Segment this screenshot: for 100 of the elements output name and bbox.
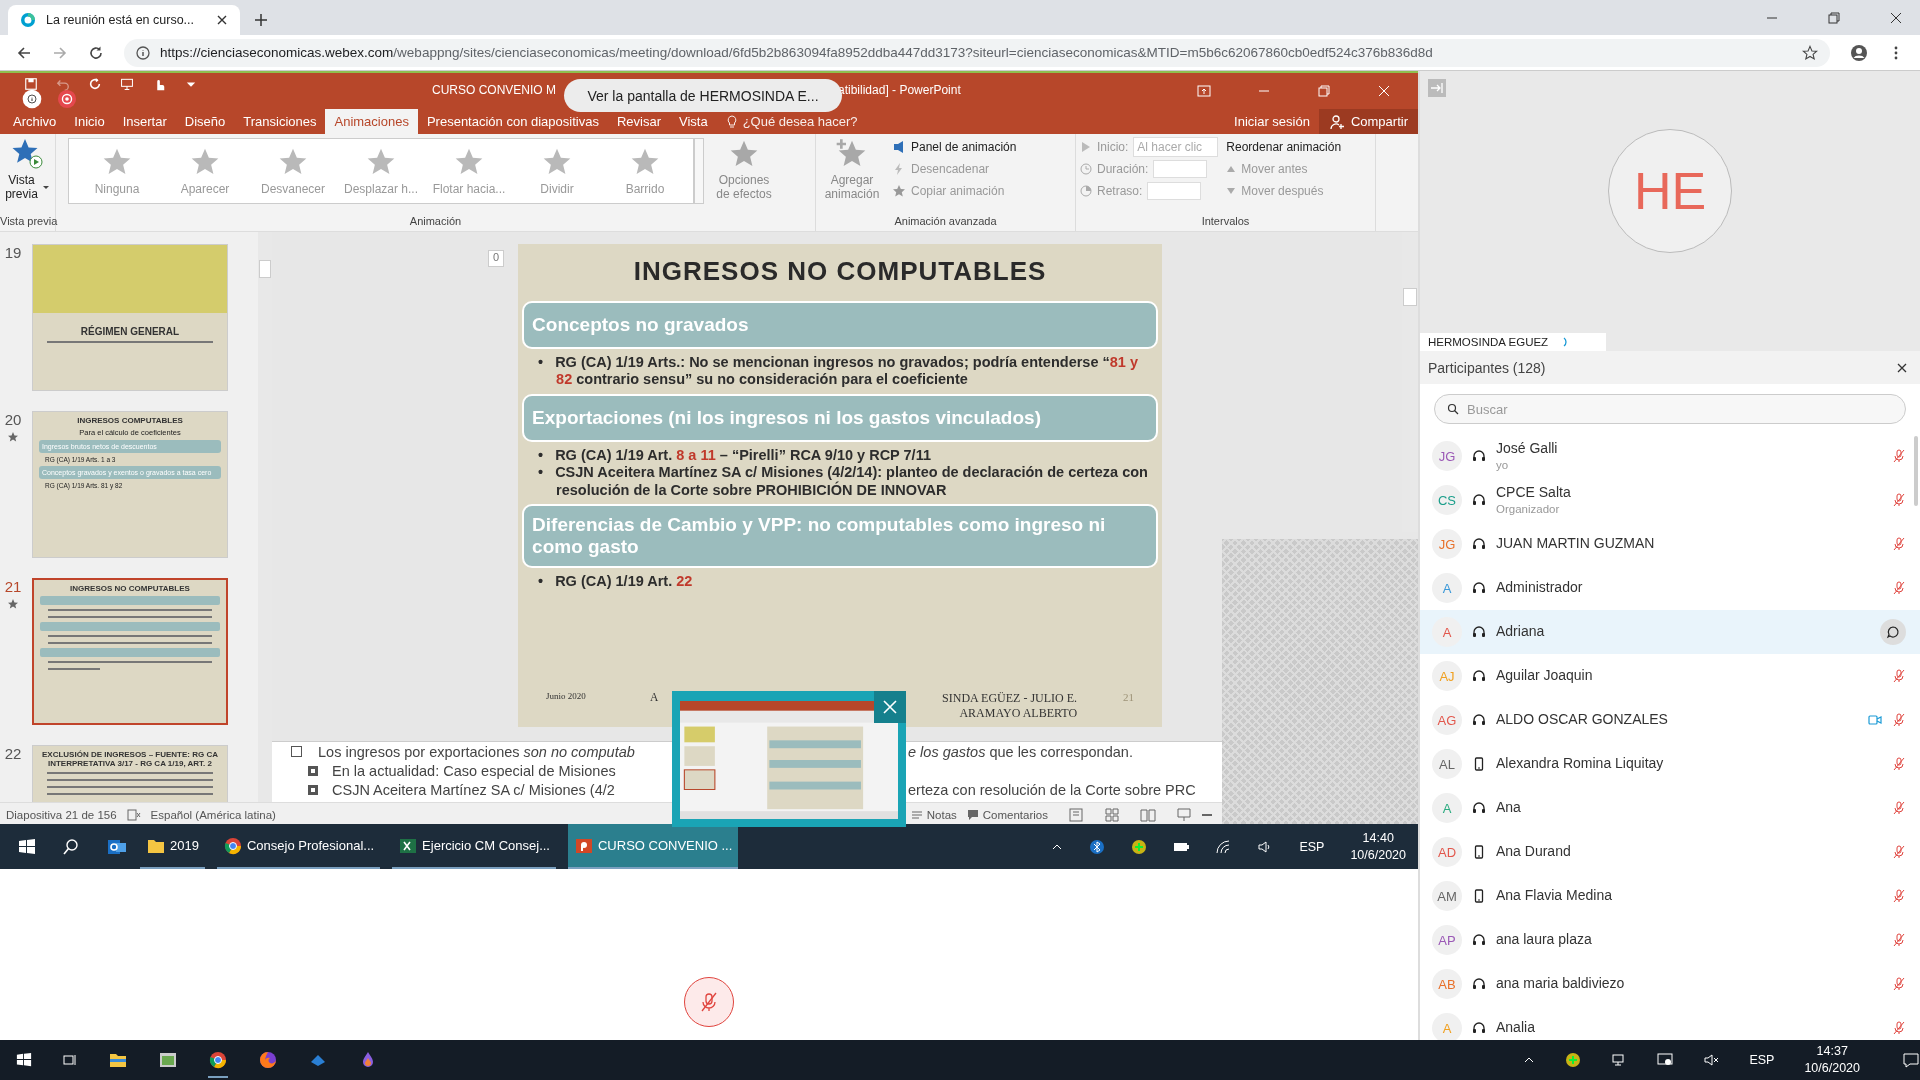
chat-button[interactable]: [1880, 619, 1906, 645]
muted-microphone-icon[interactable]: [1892, 933, 1906, 947]
ribbon-tab[interactable]: Inicio: [65, 109, 114, 134]
language-indicator[interactable]: ESP: [1299, 839, 1325, 854]
zoom-out-icon[interactable]: [1202, 813, 1212, 816]
save-icon[interactable]: [24, 77, 38, 91]
muted-microphone-icon[interactable]: [1892, 713, 1906, 727]
task-view-icon[interactable]: [62, 1052, 78, 1068]
slide-thumbnail[interactable]: INGRESOS NO COMPUTABLES: [32, 578, 228, 725]
share-button[interactable]: Compartir: [1318, 109, 1418, 134]
restore-icon[interactable]: [1316, 83, 1332, 99]
windows-start-icon[interactable]: [18, 837, 36, 856]
reading-view-icon[interactable]: [1140, 806, 1156, 823]
address-field[interactable]: https://cienciaseconomicas.webex.com/webappng/sites/cienciaseconomicas/meeting/download/6fd5b2b863094fa8952ddba447dd3173?siteurl=cienciaseconomicas&MTID=m5b6c62067860cb0edf524c376b836d8d: [124, 38, 1830, 67]
ribbon-tab[interactable]: Transiciones: [234, 109, 326, 134]
close-icon[interactable]: [1896, 361, 1908, 374]
window-app-icon[interactable]: [158, 1050, 178, 1070]
browser-icon[interactable]: [208, 1050, 228, 1078]
comments-button[interactable]: Comentarios: [966, 808, 1048, 821]
muted-microphone-icon[interactable]: [1892, 889, 1906, 903]
browser-tab[interactable]: La reunión está en curso...: [8, 5, 240, 35]
info-icon[interactable]: [22, 89, 42, 109]
record-icon[interactable]: [57, 89, 77, 109]
ribbon-tab[interactable]: Presentación con diapositivas: [417, 109, 608, 134]
participant-row[interactable]: AL Alexandra Romina Liquitay: [1420, 742, 1920, 786]
search-icon[interactable]: [62, 837, 80, 856]
spellcheck-icon[interactable]: [126, 807, 141, 822]
search-field[interactable]: Buscar: [1434, 394, 1906, 424]
video-camera-icon[interactable]: [1868, 713, 1882, 727]
participant-row[interactable]: A Administrador: [1420, 566, 1920, 610]
new-tab-icon[interactable]: [254, 13, 268, 27]
slide-thumbnail[interactable]: EXCLUSIÓN DE INGRESOS – FUENTE: RG CA INTERPRETATIVA 3/17 - RG CA 1/19, ART. 2: [32, 745, 228, 802]
muted-microphone-icon[interactable]: [1892, 845, 1906, 859]
muted-microphone-icon[interactable]: [1892, 757, 1906, 771]
participant-row[interactable]: JG JUAN MARTIN GUZMAN: [1420, 522, 1920, 566]
ribbon-tab[interactable]: Vista: [670, 109, 717, 134]
tell-me-field[interactable]: ¿Qué desea hacer?: [742, 114, 858, 129]
notification-icon[interactable]: [1902, 1051, 1920, 1069]
taskbar-item[interactable]: 2019: [140, 824, 205, 869]
close-icon[interactable]: [216, 14, 228, 26]
account-icon[interactable]: [1850, 43, 1868, 62]
ribbon-tab[interactable]: Archivo: [4, 109, 66, 134]
slide-thumbnail[interactable]: RÉGIMEN GENERAL: [32, 244, 228, 391]
participant-row[interactable]: AD Ana Durand: [1420, 830, 1920, 874]
muted-microphone-icon[interactable]: [1892, 493, 1906, 507]
redo-icon[interactable]: [88, 77, 102, 91]
back-icon[interactable]: [16, 44, 32, 61]
participant-row[interactable]: AJ Aguilar Joaquin: [1420, 654, 1920, 698]
participant-row[interactable]: CS CPCE Salta Organizador: [1420, 478, 1920, 522]
ribbon-tab[interactable]: Animaciones: [325, 109, 418, 134]
ribbon-display-icon[interactable]: [1196, 83, 1212, 99]
mute-button[interactable]: [684, 977, 734, 1027]
bluetooth-icon[interactable]: [1089, 838, 1106, 855]
taskbar-item[interactable]: Consejo Profesional...: [216, 824, 381, 869]
duration-field[interactable]: [1153, 160, 1208, 178]
muted-microphone-icon[interactable]: [1892, 449, 1906, 463]
language-status[interactable]: Español (América latina): [150, 808, 276, 821]
participant-row[interactable]: JG José Galli yo: [1420, 434, 1920, 478]
ribbon-command[interactable]: Panel de animación: [892, 138, 1017, 156]
participant-row[interactable]: AB ana maria baldiviezo: [1420, 962, 1920, 1006]
muted-microphone-icon[interactable]: [1892, 1021, 1906, 1035]
preview-button[interactable]: Vista previa: [4, 138, 51, 201]
plus-circle-icon[interactable]: [1565, 1052, 1582, 1068]
restore-icon[interactable]: [1828, 11, 1840, 24]
muted-microphone-icon[interactable]: [1892, 977, 1906, 991]
taskbar-item[interactable]: CURSO CONVENIO ...: [568, 824, 739, 869]
ribbon-tab[interactable]: Revisar: [607, 109, 670, 134]
close-icon[interactable]: [1890, 11, 1902, 24]
bookmark-star-icon[interactable]: [1802, 44, 1818, 61]
presentation-icon[interactable]: [120, 77, 134, 91]
participant-name: ana maria baldiviezo: [1496, 975, 1626, 993]
muted-microphone-icon[interactable]: [1892, 669, 1906, 683]
reload-icon[interactable]: [88, 44, 104, 61]
notes-button[interactable]: Notas: [910, 808, 957, 821]
scrollbar[interactable]: [1914, 436, 1918, 506]
grid-view-icon[interactable]: [1104, 806, 1120, 823]
muted-microphone-icon[interactable]: [1892, 537, 1906, 551]
participant-row[interactable]: AG ALDO OSCAR GONZALES: [1420, 698, 1920, 742]
ribbon-tab[interactable]: Diseño: [175, 109, 235, 134]
participant-row[interactable]: A Adriana: [1420, 610, 1920, 654]
wifi-icon[interactable]: [1215, 838, 1232, 855]
fox-browser-icon[interactable]: [258, 1050, 278, 1070]
taskbar-item[interactable]: Ejercicio CM Consej...: [392, 824, 556, 869]
close-icon[interactable]: [1376, 83, 1392, 99]
sign-in-link[interactable]: Iniciar sesión: [1225, 109, 1319, 134]
ribbon-tab[interactable]: Insertar: [113, 109, 176, 134]
delay-field[interactable]: [1147, 182, 1202, 200]
muted-microphone-icon[interactable]: [1892, 801, 1906, 815]
participant-row[interactable]: AP ana laura plaza: [1420, 918, 1920, 962]
participant-row[interactable]: A Ana: [1420, 786, 1920, 830]
close-button[interactable]: [874, 691, 906, 723]
monitor-icon[interactable]: [1657, 1052, 1674, 1068]
windows-start-icon[interactable]: [16, 1052, 32, 1068]
plus-circle-icon[interactable]: [1131, 838, 1148, 855]
footer-author: A: [650, 691, 659, 703]
language-indicator[interactable]: ESP: [1749, 1053, 1775, 1067]
muted-microphone-icon[interactable]: [1892, 581, 1906, 595]
participant-row[interactable]: AM Ana Flavia Medina: [1420, 874, 1920, 918]
scrollbar[interactable]: [258, 232, 272, 802]
volume-muted-icon[interactable]: [1703, 1052, 1720, 1068]
